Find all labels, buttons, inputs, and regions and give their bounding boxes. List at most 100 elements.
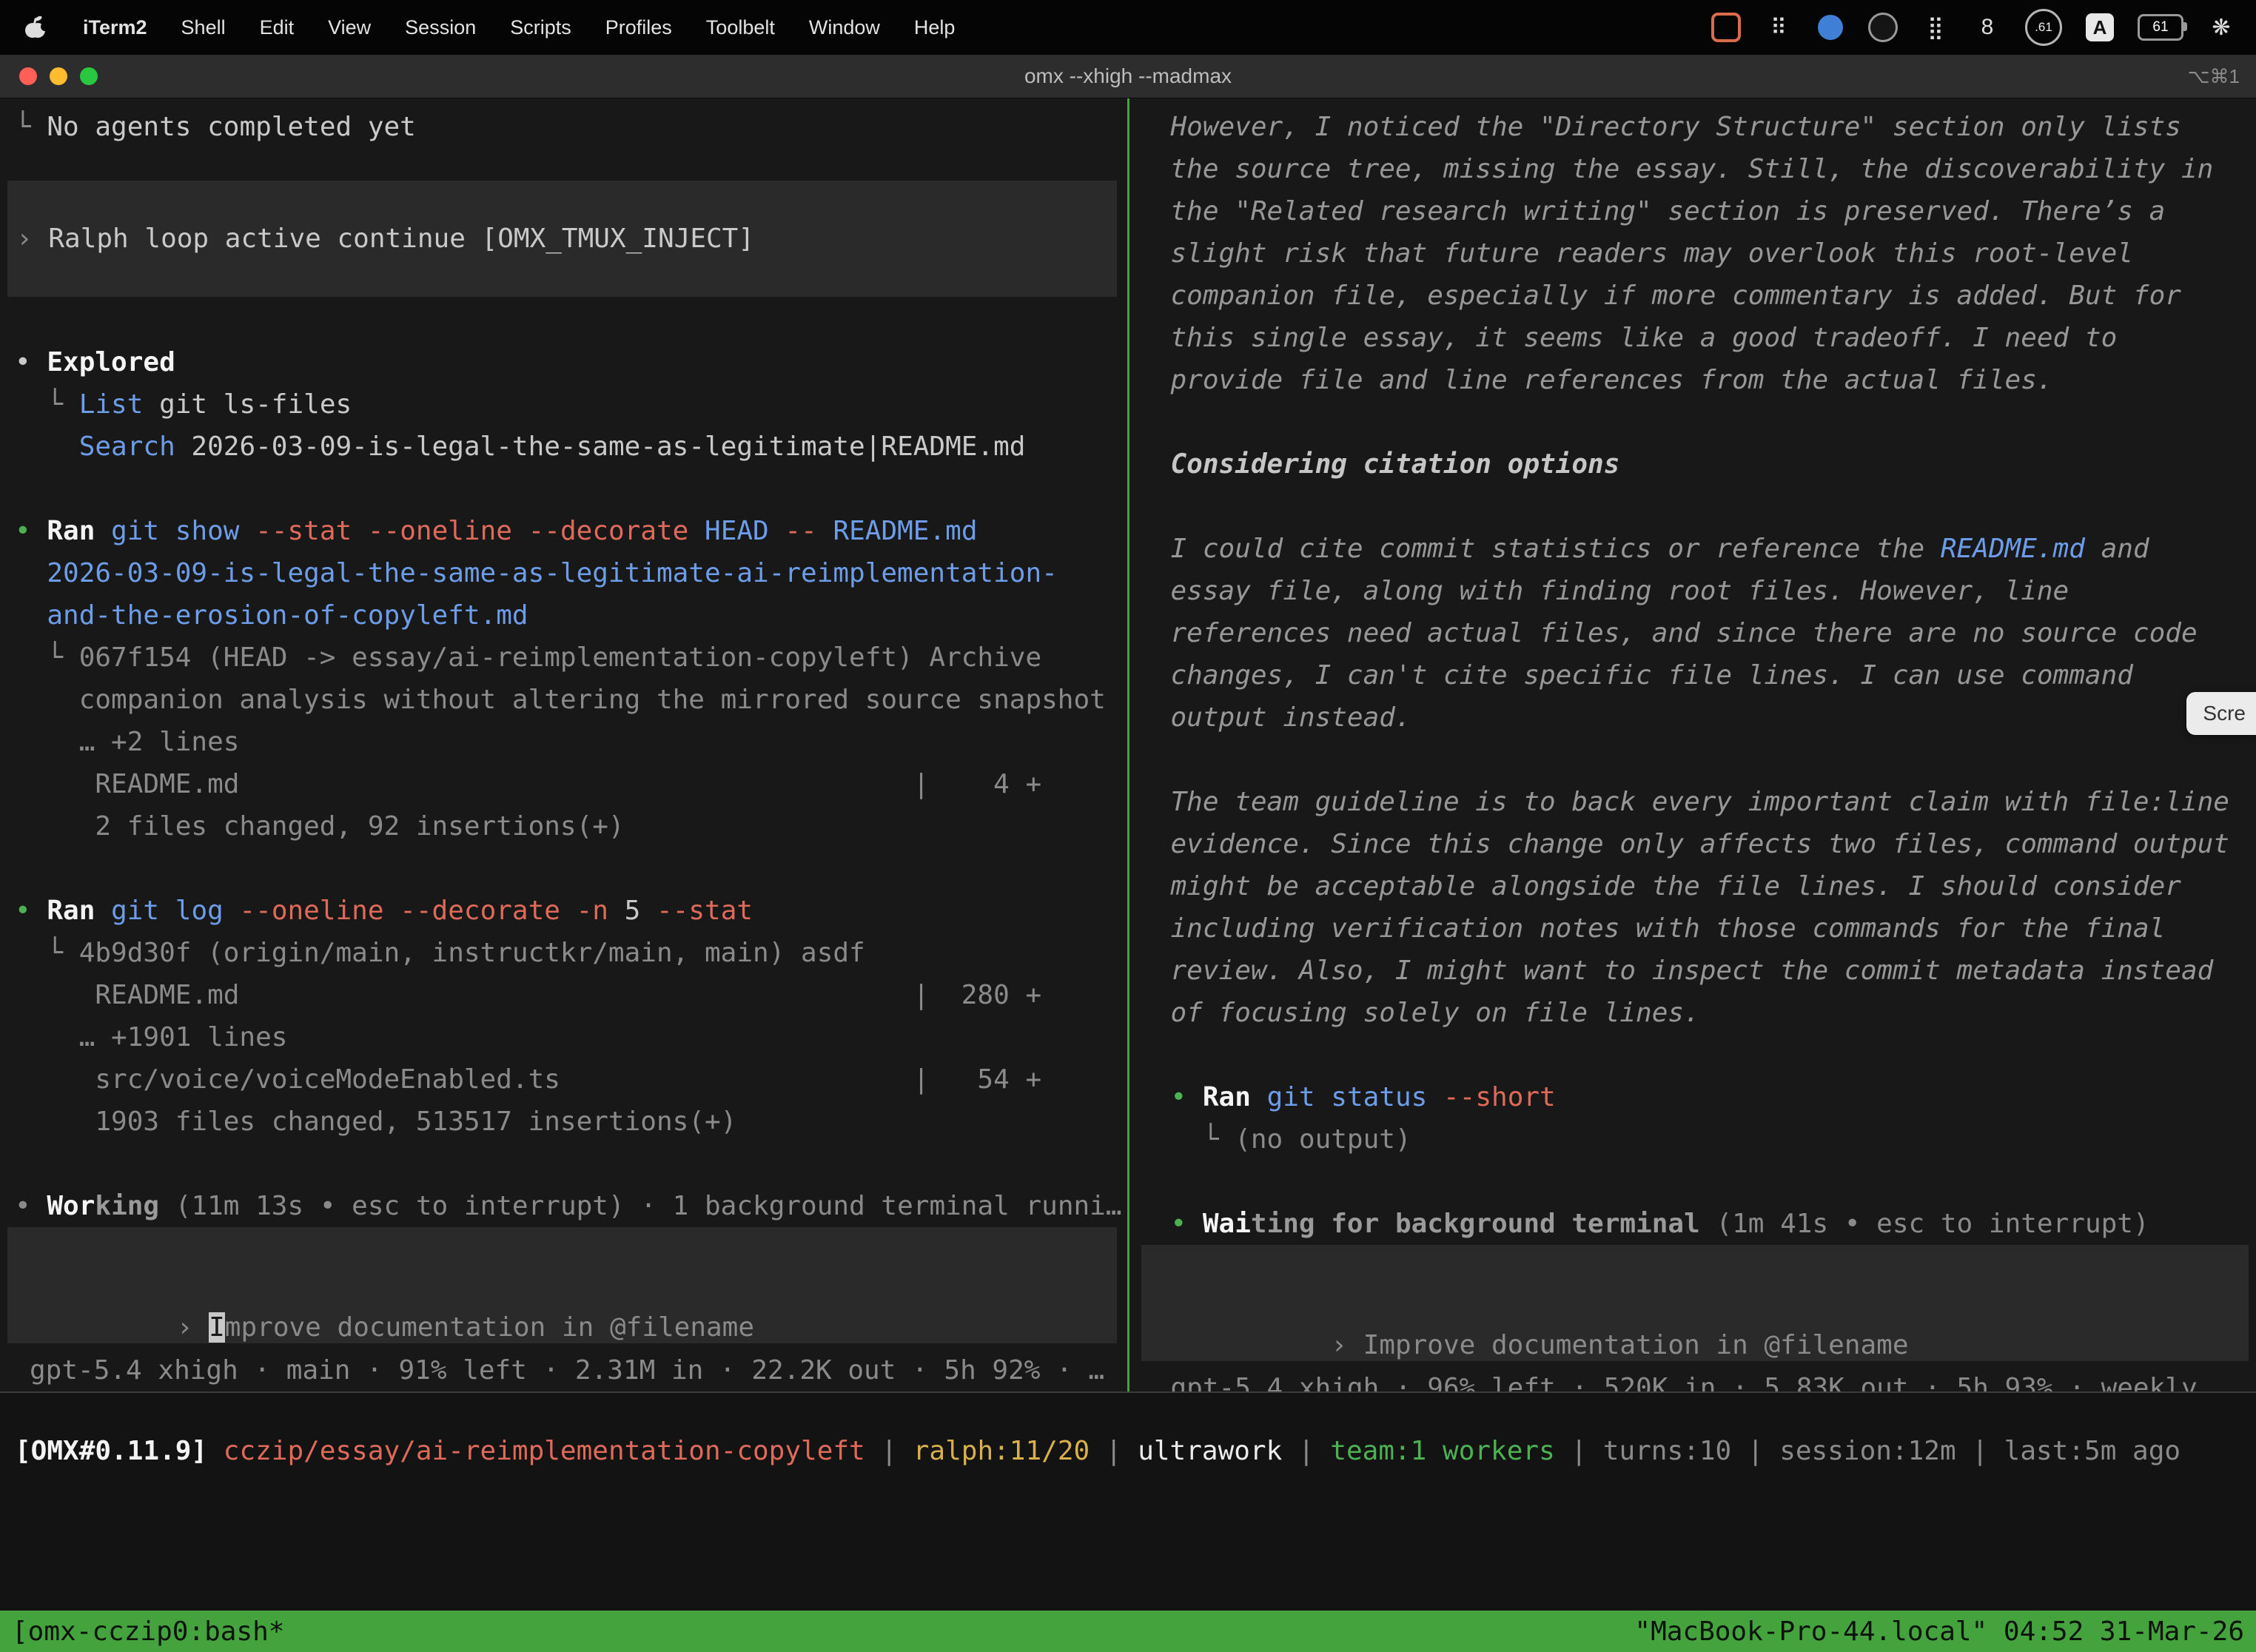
- battery-icon[interactable]: 61: [2138, 12, 2183, 43]
- terminal-line: output instead.: [1129, 696, 2256, 739]
- menu-shell[interactable]: Shell: [181, 16, 226, 39]
- right-pane[interactable]: However, I noticed the "Directory Struct…: [1129, 98, 2256, 1391]
- percent-badge-label: .61: [2025, 9, 2062, 46]
- terminal-line: of focusing solely on file lines.: [1129, 992, 2256, 1034]
- terminal-line: … +1901 lines: [0, 1016, 1127, 1058]
- terminal-line: [0, 468, 1127, 510]
- terminal-line: 2 files changed, 92 insertions(+): [0, 805, 1127, 847]
- terminal-line: • Ran git log --oneline --decorate -n 5 …: [0, 890, 1127, 932]
- terminal-line: [1129, 486, 2256, 528]
- apple-menu-icon[interactable]: [21, 12, 49, 43]
- input-source-label: A: [2086, 13, 2114, 41]
- left-pane[interactable]: └ No agents completed yet › Ralph loop ac…: [0, 98, 1127, 1391]
- menu-edit[interactable]: Edit: [260, 16, 295, 39]
- terminal-line: including verification notes with those …: [1129, 907, 2256, 950]
- left-input-text: mprove documentation in @filename: [225, 1312, 754, 1343]
- text-cursor: I: [209, 1312, 225, 1343]
- screen-recording-icon[interactable]: [1711, 12, 1741, 43]
- terminal-line: README.md | 280 +: [0, 974, 1127, 1016]
- dots-grid-icon[interactable]: ⣿: [1921, 12, 1950, 43]
- terminal-line: 2026-03-09-is-legal-the-same-as-legitima…: [0, 552, 1127, 594]
- input-source-icon[interactable]: A: [2086, 12, 2114, 43]
- battery-level-label: 61: [2138, 14, 2183, 41]
- terminal-line: └ List git ls-files: [0, 383, 1127, 426]
- left-prompt-input[interactable]: › Improve documentation in @filename: [7, 1227, 1117, 1343]
- menu-iterm2[interactable]: iTerm2: [83, 16, 147, 39]
- terminal-line: [1129, 401, 2256, 443]
- grid-app-icon[interactable]: ⠿: [1765, 12, 1793, 43]
- percent-badge-icon[interactable]: .61: [2025, 12, 2062, 43]
- terminal-line: The team guideline is to back every impo…: [1129, 781, 2256, 823]
- terminal-line: evidence. Since this change only affects…: [1129, 823, 2256, 865]
- terminal-line: [0, 847, 1127, 890]
- terminal-line: changes, I can't cite specific file line…: [1129, 654, 2256, 696]
- window-title-bar[interactable]: omx --xhigh --madmax ⌥⌘1: [0, 55, 2256, 98]
- terminal-line: and-the-erosion-of-copyleft.md: [0, 594, 1127, 637]
- zoom-window-button[interactable]: [80, 67, 98, 85]
- screen-overlay-button[interactable]: Scre: [2186, 692, 2256, 735]
- terminal-line: provide file and line references from th…: [1129, 359, 2256, 401]
- terminal-line: 1903 files changed, 513517 insertions(+): [0, 1101, 1127, 1143]
- terminal-line: review. Also, I might want to inspect th…: [1129, 950, 2256, 992]
- terminal-line: I could cite commit statistics or refere…: [1129, 528, 2256, 570]
- menu-help[interactable]: Help: [914, 16, 956, 39]
- left-model-status-line: gpt-5.4 xhigh · main · 91% left · 2.31M …: [0, 1349, 1127, 1391]
- right-pane-scrollback: However, I noticed the "Directory Struct…: [1129, 106, 2256, 1245]
- terminal-line: essay file, along with finding root file…: [1129, 570, 2256, 612]
- menu-items: Shell Edit View Session Scripts Profiles Toolb…: [181, 16, 956, 39]
- fan-icon[interactable]: ❋: [2207, 12, 2235, 43]
- close-window-button[interactable]: [19, 67, 37, 85]
- prompt-chevron: ›: [1331, 1330, 1363, 1360]
- terminal-line: slight risk that future readers may over…: [1129, 232, 2256, 275]
- menu-window[interactable]: Window: [809, 16, 880, 39]
- terminal-line: Considering citation options: [1129, 443, 2256, 486]
- menu-scripts[interactable]: Scripts: [510, 16, 571, 39]
- window-shortcut-label: ⌥⌘1: [2188, 65, 2240, 88]
- blue-app-icon[interactable]: [1816, 12, 1844, 43]
- terminal-line: └ No agents completed yet: [0, 106, 1127, 148]
- terminal-line: Search 2026-03-09-is-legal-the-same-as-l…: [0, 426, 1127, 468]
- window-title: omx --xhigh --madmax: [0, 64, 2256, 88]
- minimize-window-button[interactable]: [50, 67, 67, 85]
- terminal-line: references need actual files, and since …: [1129, 612, 2256, 654]
- terminal-line: companion file, especially if more comme…: [1129, 275, 2256, 317]
- right-input-text: Improve documentation in @filename: [1363, 1330, 1909, 1360]
- terminal-line: └ 067f154 (HEAD -> essay/ai-reimplementa…: [0, 637, 1127, 679]
- terminal-line: [1129, 1034, 2256, 1076]
- menu-profiles[interactable]: Profiles: [605, 16, 672, 39]
- tmux-host-clock-label: "MacBook-Pro-44.local" 04:52 31-Mar-26: [1634, 1616, 2244, 1647]
- ralph-loop-inject-banner: › Ralph loop active continue [OMX_TMUX_I…: [7, 218, 1117, 260]
- menu-view[interactable]: View: [328, 16, 371, 39]
- terminal-line: [1129, 1161, 2256, 1203]
- right-model-status-line: gpt-5.4 xhigh · 96% left · 520K in · 5.8…: [1129, 1367, 2256, 1391]
- screen: iTerm2 Shell Edit View Session Scripts Profil…: [0, 0, 2256, 1652]
- macos-menu-bar: iTerm2 Shell Edit View Session Scripts Profil…: [0, 0, 2256, 55]
- tmux-session-label[interactable]: [omx-cczip0:bash*: [12, 1616, 284, 1647]
- menu-session[interactable]: Session: [405, 16, 476, 39]
- menu-toolbelt[interactable]: Toolbelt: [706, 16, 775, 39]
- traffic-lights: [0, 67, 98, 85]
- terminal-line: • Waiting for background terminal (1m 41…: [1129, 1203, 2256, 1245]
- prompt-chevron: ›: [177, 1312, 209, 1343]
- terminal-line: README.md | 4 +: [0, 763, 1127, 805]
- terminal-line: companion analysis without altering the …: [0, 679, 1127, 721]
- terminal-line: might be acceptable alongside the file l…: [1129, 865, 2256, 907]
- menu-right: ⠿ ⣿ 8 .61 A 61 ❋: [1711, 12, 2235, 43]
- omx-status-bar: [OMX#0.11.9] cczip/essay/ai-reimplementa…: [0, 1391, 2256, 1611]
- hourglass-app-icon[interactable]: 8: [1973, 12, 2001, 43]
- right-prompt-input[interactable]: › Improve documentation in @filename: [1141, 1245, 2249, 1361]
- terminal-line: • Explored: [0, 341, 1127, 383]
- ralph-loop-inject-banner: › Ralph loop active continue [OMX_TMUX_I…: [7, 181, 1117, 297]
- tmux-status-bar: [omx-cczip0:bash* "MacBook-Pro-44.local"…: [0, 1611, 2256, 1652]
- terminal-line: [1129, 739, 2256, 781]
- menu-left: iTerm2 Shell Edit View Session Scripts Profil…: [21, 12, 955, 43]
- omx-status-line: [OMX#0.11.9] cczip/essay/ai-reimplementa…: [15, 1430, 2256, 1472]
- dark-app-icon[interactable]: [1868, 12, 1898, 43]
- terminal-line: └ 4b9d30f (origin/main, instructkr/main,…: [0, 932, 1127, 974]
- terminal-line: • Ran git status --short: [1129, 1076, 2256, 1118]
- tmux-panes: └ No agents completed yet › Ralph loop ac…: [0, 98, 2256, 1391]
- terminal-line: … +2 lines: [0, 721, 1127, 763]
- terminal-line: the source tree, missing the essay. Stil…: [1129, 148, 2256, 190]
- terminal-line: • Ran git show --stat --oneline --decora…: [0, 510, 1127, 552]
- left-pane-scrollback: └ No agents completed yet › Ralph loop ac…: [0, 106, 1127, 1227]
